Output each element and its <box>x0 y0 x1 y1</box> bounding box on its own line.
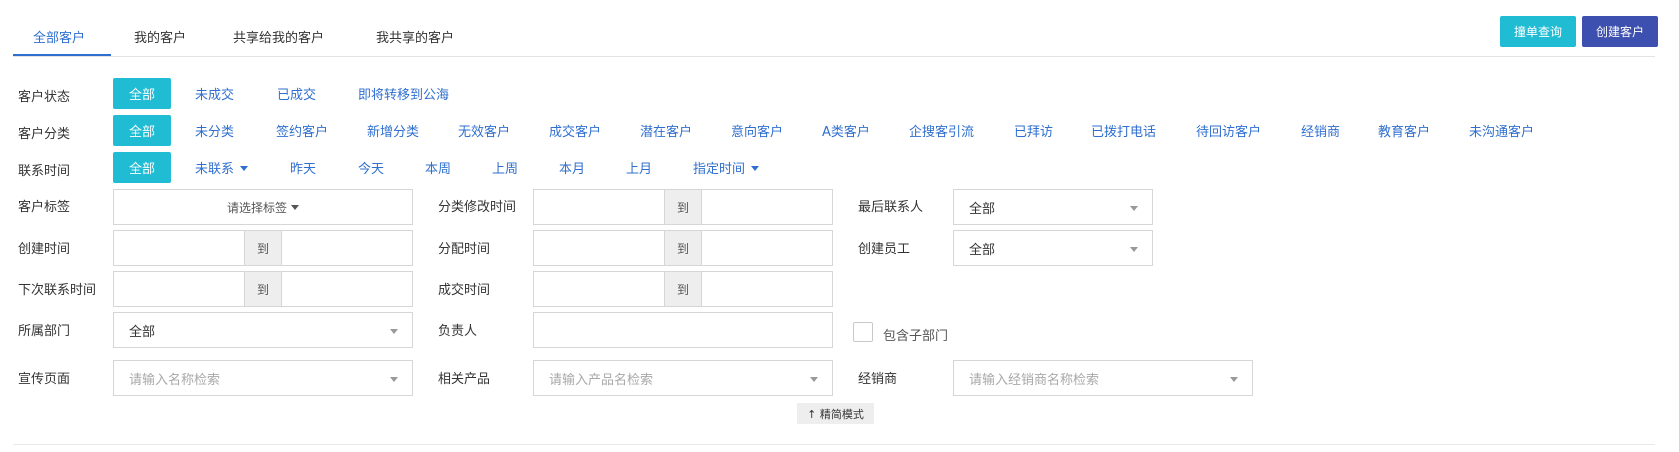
assigned-end-input[interactable] <box>702 231 832 265</box>
category-modified-start-input[interactable] <box>534 190 664 224</box>
category-option[interactable]: 无效客户 <box>458 115 510 146</box>
created-start-input[interactable] <box>114 231 244 265</box>
status-option-closed[interactable]: 已成交 <box>277 78 316 109</box>
next-contact-start-input[interactable] <box>114 272 244 306</box>
deal-label: 成交时间 <box>438 283 491 298</box>
chevron-down-icon <box>1130 206 1138 211</box>
category-option[interactable]: 未沟通客户 <box>1469 115 1534 146</box>
contact-option[interactable]: 本月 <box>559 152 585 183</box>
tag-label: 客户标签 <box>18 200 71 215</box>
chevron-down-icon <box>1130 247 1138 252</box>
category-row-label: 客户分类 <box>18 127 71 142</box>
contact-option[interactable]: 今天 <box>358 152 384 183</box>
contact-row-label: 联系时间 <box>18 164 71 179</box>
next-contact-label: 下次联系时间 <box>18 283 97 298</box>
product-select[interactable]: 请输入产品名检索 <box>533 360 833 396</box>
range-separator: 到 <box>244 272 282 306</box>
promo-page-select[interactable]: 请输入名称检索 <box>113 360 413 396</box>
category-option[interactable]: 潜在客户 <box>640 115 692 146</box>
assigned-label: 分配时间 <box>438 242 491 257</box>
category-modified-label: 分类修改时间 <box>438 200 517 215</box>
contact-option[interactable]: 上周 <box>492 152 518 183</box>
range-separator: 到 <box>664 231 702 265</box>
category-option-all[interactable]: 全部 <box>113 115 171 146</box>
next-contact-range: 到 <box>113 271 413 307</box>
contact-option-custom-time-dropdown[interactable]: 指定时间 <box>693 152 760 183</box>
category-option[interactable]: 新增分类 <box>367 115 419 146</box>
category-option[interactable]: 待回访客户 <box>1196 115 1261 146</box>
caret-down-icon <box>240 166 249 171</box>
dealer-select[interactable]: 请输入经销商名称检索 <box>953 360 1253 396</box>
create-customer-button[interactable]: 创建客户 <box>1582 16 1658 47</box>
tag-select[interactable]: 请选择标签 <box>113 189 413 225</box>
category-option[interactable]: 经销商 <box>1301 115 1340 146</box>
category-option[interactable]: A类客户 <box>822 115 870 146</box>
owner-label: 负责人 <box>438 324 478 339</box>
last-contact-label: 最后联系人 <box>858 200 924 215</box>
contact-option[interactable]: 昨天 <box>290 152 316 183</box>
caret-down-icon <box>751 166 760 171</box>
include-sub-department-label: 包含子部门 <box>883 329 949 344</box>
tab-my-customers[interactable]: 我的客户 <box>134 27 186 46</box>
product-label: 相关产品 <box>438 372 491 387</box>
status-row-label: 客户状态 <box>18 90 71 105</box>
next-contact-end-input[interactable] <box>282 272 412 306</box>
caret-down-icon <box>291 204 299 210</box>
category-option[interactable]: 未分类 <box>195 115 234 146</box>
include-sub-department-checkbox[interactable] <box>853 322 873 342</box>
category-option[interactable]: 企搜客引流 <box>909 115 974 146</box>
category-modified-range: 到 <box>533 189 833 225</box>
status-option-not-closed[interactable]: 未成交 <box>195 78 234 109</box>
contact-option-all[interactable]: 全部 <box>113 152 171 183</box>
contact-option[interactable]: 上月 <box>626 152 652 183</box>
category-modified-end-input[interactable] <box>702 190 832 224</box>
chevron-down-icon <box>810 377 818 382</box>
chevron-down-icon <box>1230 377 1238 382</box>
category-option[interactable]: 成交客户 <box>549 115 601 146</box>
last-contact-select[interactable]: 全部 <box>953 189 1153 225</box>
range-separator: 到 <box>664 272 702 306</box>
divider <box>13 444 1655 445</box>
department-select[interactable]: 全部 <box>113 312 413 348</box>
creator-label: 创建员工 <box>858 242 911 257</box>
customer-tabs: 全部客户 我的客户 共享给我的客户 我共享的客户 <box>13 0 1655 57</box>
assigned-range: 到 <box>533 230 833 266</box>
tab-shared-by-me[interactable]: 我共享的客户 <box>376 27 454 46</box>
category-option[interactable]: 已拜访 <box>1014 115 1053 146</box>
range-separator: 到 <box>664 190 702 224</box>
promo-page-label: 宣传页面 <box>18 372 71 387</box>
creator-select[interactable]: 全部 <box>953 230 1153 266</box>
category-option[interactable]: 教育客户 <box>1378 115 1430 146</box>
category-option[interactable]: 签约客户 <box>276 115 328 146</box>
tab-all-customers[interactable]: 全部客户 <box>33 27 85 46</box>
chevron-down-icon <box>390 329 398 334</box>
deal-end-input[interactable] <box>702 272 832 306</box>
assigned-start-input[interactable] <box>534 231 664 265</box>
created-range: 到 <box>113 230 413 266</box>
contact-option[interactable]: 本周 <box>425 152 451 183</box>
chevron-down-icon <box>390 377 398 382</box>
category-option[interactable]: 意向客户 <box>731 115 783 146</box>
range-separator: 到 <box>244 231 282 265</box>
tab-shared-to-me[interactable]: 共享给我的客户 <box>233 27 324 46</box>
department-label: 所属部门 <box>18 324 71 339</box>
status-option-all[interactable]: 全部 <box>113 78 171 109</box>
deal-start-input[interactable] <box>534 272 664 306</box>
compact-mode-toggle[interactable]: ↑ 精简模式 <box>797 403 874 424</box>
active-tab-underline <box>13 54 111 56</box>
duplicate-query-button[interactable]: 撞单查询 <box>1500 16 1576 47</box>
category-option[interactable]: 已拨打电话 <box>1091 115 1156 146</box>
deal-range: 到 <box>533 271 833 307</box>
created-label: 创建时间 <box>18 242 71 257</box>
status-option-to-public-pool[interactable]: 即将转移到公海 <box>358 78 449 109</box>
owner-input[interactable] <box>533 312 833 348</box>
created-end-input[interactable] <box>282 231 412 265</box>
dealer-label: 经销商 <box>858 372 898 387</box>
contact-option-not-contacted-dropdown[interactable]: 未联系 <box>195 152 249 183</box>
